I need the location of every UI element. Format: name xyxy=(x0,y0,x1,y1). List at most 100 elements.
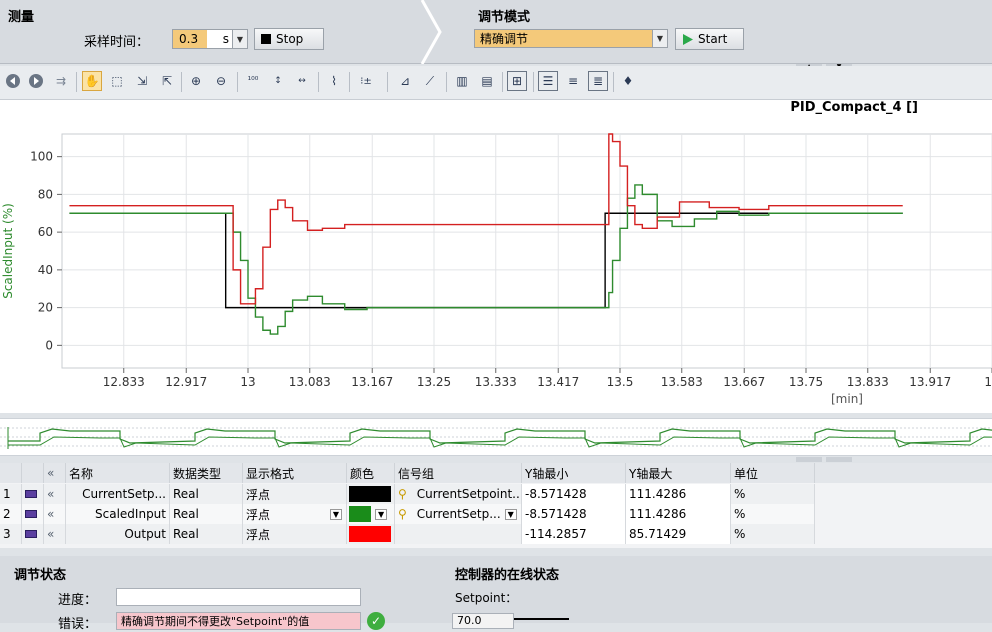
link-icon: ⚲ xyxy=(398,507,407,521)
color-swatch[interactable] xyxy=(349,526,391,542)
expand-icon[interactable]: « xyxy=(44,484,66,504)
sample-time-field[interactable]: 0.3 s ▼ xyxy=(172,29,248,49)
header-name[interactable]: 名称 xyxy=(66,463,170,483)
y-tick-label: 0 xyxy=(45,338,53,352)
zoom-y-icon[interactable]: ⇱ xyxy=(157,71,177,91)
tuning-mode-value: 精确调节 xyxy=(480,32,529,46)
cell-ymin[interactable]: -114.2857 xyxy=(522,524,626,544)
cell-ymax[interactable]: 111.4286 xyxy=(626,504,731,524)
cell-name[interactable]: ScaledInput xyxy=(66,504,170,524)
x-tick-label: 13.333 xyxy=(475,375,517,389)
setpoint-label: Setpoint： xyxy=(455,591,518,605)
trend-chart[interactable]: 12.833 12.917 13 13.083 13.167 13.25 13.333 13.… xyxy=(0,100,992,413)
cell-format[interactable]: 浮点 xyxy=(243,524,347,544)
chevron-down-icon[interactable]: ▼ xyxy=(375,508,388,520)
zoom-in-icon[interactable]: ⊕ xyxy=(186,71,206,91)
online-status-title: 控制器的在线状态 xyxy=(455,568,560,583)
step-arrow-icon xyxy=(420,0,442,64)
cell-color[interactable] xyxy=(347,524,395,544)
y-tick-label: 20 xyxy=(38,301,53,315)
next-icon[interactable] xyxy=(26,71,46,91)
zoom-100-icon[interactable]: ¹⁰⁰ xyxy=(243,71,263,91)
sync-icon[interactable]: ⇉ xyxy=(51,71,71,91)
prev-icon[interactable] xyxy=(3,71,23,91)
progress-label: 进度： xyxy=(58,593,98,608)
legend-icon[interactable]: ☰ xyxy=(538,71,558,91)
expand-icon[interactable]: « xyxy=(44,504,66,524)
stop-button-label: Stop xyxy=(276,32,304,46)
align-left-icon[interactable]: ≡ xyxy=(563,71,583,91)
cell-ymin[interactable]: -8.571428 xyxy=(522,484,626,504)
header-group[interactable]: 信号组 xyxy=(395,463,522,483)
chevron-down-icon[interactable]: ▼ xyxy=(652,30,667,47)
tuning-status-panel: 调节状态 进度： 错误： 精确调节期间不得更改"Setpoint"的值 ✓ 控制… xyxy=(0,556,992,632)
setpoint-value: 70.0 xyxy=(452,613,514,629)
overview-strip[interactable] xyxy=(0,418,992,456)
zoom-y-100-icon[interactable]: ↕ xyxy=(268,71,288,91)
zoom-rect-icon[interactable]: ⬚ xyxy=(107,71,127,91)
splitter-handle[interactable] xyxy=(796,457,856,462)
trend-icon[interactable]: ⊿ xyxy=(395,71,415,91)
cell-ymin[interactable]: -8.571428 xyxy=(522,504,626,524)
cell-group[interactable]: ⚲ CurrentSetp... ▼ xyxy=(395,504,522,524)
ruler-icon[interactable]: ⁝± xyxy=(356,71,376,91)
cell-color[interactable]: ▼ xyxy=(347,504,395,524)
overview-trend[interactable] xyxy=(0,419,992,457)
start-button-label: Start xyxy=(698,32,728,46)
trend-toolbar: ⇉ ✋ ⬚ ⇲ ⇱ ⊕ ⊖ ¹⁰⁰ ↕ ↔ ⌇ ⁝± ⊿ ⟋ ▥ ▤ ⊞ ☰ ≡… xyxy=(0,66,992,100)
cell-name[interactable]: Output xyxy=(66,524,170,544)
collapse-icon[interactable]: « xyxy=(44,463,66,483)
split-v-icon[interactable]: ▥ xyxy=(452,71,472,91)
cell-unit: % xyxy=(731,524,815,544)
hand-icon[interactable]: ✋ xyxy=(82,71,102,91)
header-ymax[interactable]: Y轴最大 xyxy=(626,463,731,483)
header-ymin[interactable]: Y轴最小 xyxy=(522,463,626,483)
cell-color[interactable] xyxy=(347,484,395,504)
cell-group[interactable]: ⚲ CurrentSetpoint... xyxy=(395,484,522,504)
color-swatch[interactable] xyxy=(349,486,391,502)
x-tick-label: 13.417 xyxy=(537,375,579,389)
cell-format[interactable]: 浮点 xyxy=(243,484,347,504)
x-axis-label: [min] xyxy=(831,392,863,406)
x-tick-label: 13.5 xyxy=(607,375,634,389)
check-icon[interactable]: ✓ xyxy=(367,612,385,630)
cell-format[interactable]: 浮点 ▼ xyxy=(243,504,347,524)
cell-ymax[interactable]: 85.71429 xyxy=(626,524,731,544)
header-filler xyxy=(815,463,992,483)
cell-ymax[interactable]: 111.4286 xyxy=(626,484,731,504)
expand-icon[interactable]: « xyxy=(44,524,66,544)
signal-table: « 名称 数据类型 显示格式 颜色 信号组 Y轴最小 Y轴最大 单位 1 «Cur… xyxy=(0,463,992,548)
cell-name[interactable]: CurrentSetp... xyxy=(66,484,170,504)
x-tick-label: 14 xyxy=(984,375,992,389)
x-tick-label: 13.583 xyxy=(661,375,703,389)
measure-icon[interactable]: ⊞ xyxy=(507,71,527,91)
zoom-out-icon[interactable]: ⊖ xyxy=(211,71,231,91)
header-unit[interactable]: 单位 xyxy=(731,463,815,483)
x-tick-label: 13.917 xyxy=(909,375,951,389)
cell-group[interactable] xyxy=(395,524,522,544)
sample-time-label: 采样时间： xyxy=(84,35,150,50)
paint-icon[interactable]: ♦ xyxy=(618,71,638,91)
sample-time-value[interactable]: 0.3 xyxy=(173,30,207,48)
align-right-icon[interactable]: ≣ xyxy=(588,71,608,91)
chevron-down-icon[interactable]: ▼ xyxy=(232,30,247,48)
error-message: 精确调节期间不得更改"Setpoint"的值 xyxy=(116,612,361,630)
measurement-header-bar: 测量 采样时间： 0.3 s ▼ Stop 调节模式 精确调节 ▼ Start xyxy=(0,0,992,64)
split-h-icon[interactable]: ▤ xyxy=(477,71,497,91)
signal-icon xyxy=(22,524,44,544)
zoom-x-100-icon[interactable]: ↔ xyxy=(292,71,312,91)
color-swatch[interactable] xyxy=(349,506,371,522)
header-format[interactable]: 显示格式 xyxy=(243,463,347,483)
tuning-mode-select[interactable]: 精确调节 ▼ xyxy=(474,29,668,48)
line-icon[interactable]: ⟋ xyxy=(420,71,440,91)
stop-button[interactable]: Stop xyxy=(254,28,324,50)
fit-icon[interactable]: ⌇ xyxy=(324,71,344,91)
header-color[interactable]: 颜色 xyxy=(347,463,395,483)
chevron-down-icon[interactable]: ▼ xyxy=(504,508,517,520)
y-tick-label: 100 xyxy=(30,150,53,164)
zoom-x-icon[interactable]: ⇲ xyxy=(132,71,152,91)
cell-type: Real xyxy=(170,484,243,504)
start-button[interactable]: Start xyxy=(675,28,744,50)
chevron-down-icon[interactable]: ▼ xyxy=(329,508,342,520)
header-type[interactable]: 数据类型 xyxy=(170,463,243,483)
